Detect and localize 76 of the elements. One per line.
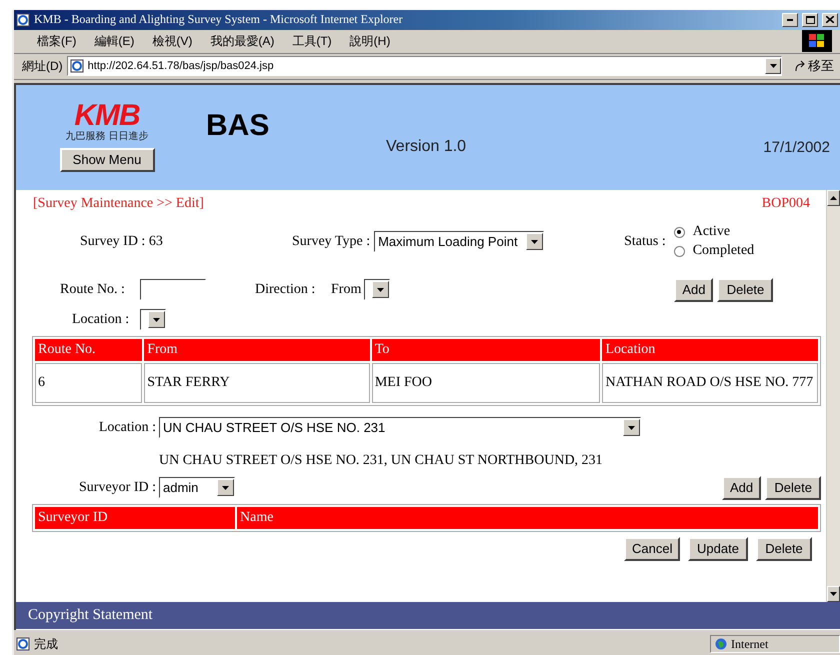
add-route-button[interactable]: Add — [674, 278, 714, 302]
table-header-cell: Location — [602, 338, 818, 361]
menu-item[interactable]: 我的最愛(A) — [201, 32, 284, 50]
copyright-link[interactable]: Copyright Statement — [28, 606, 153, 624]
scrollbar[interactable] — [826, 190, 840, 602]
go-button[interactable]: 移至 — [794, 57, 836, 76]
globe-icon — [715, 638, 727, 650]
caret-icon — [628, 426, 635, 430]
close-button[interactable] — [822, 12, 838, 27]
version-text: Version 1.0 — [385, 138, 468, 156]
arrow-icon — [794, 60, 806, 72]
caret-icon — [153, 318, 160, 322]
maximize-button[interactable] — [802, 12, 818, 27]
location-dropdown[interactable] — [140, 309, 166, 330]
caret-icon — [770, 64, 776, 68]
page-icon — [70, 59, 84, 74]
menu-item[interactable]: 說明(H) — [340, 32, 400, 50]
direction-dropdown[interactable] — [364, 279, 390, 300]
location-label: Location : — [98, 420, 156, 436]
windows-logo-icon — [802, 30, 832, 52]
direction-from-label: From — [331, 282, 362, 298]
date-text: 17/1/2002 — [763, 138, 830, 156]
delete-surveyor-button[interactable]: Delete — [765, 476, 822, 500]
status-radio[interactable]: Active — [674, 224, 754, 240]
table-cell: STAR FERRY — [144, 362, 370, 403]
table-cell: 6 — [35, 362, 142, 403]
minimize-icon — [787, 18, 793, 21]
address-label: 網址(D) — [22, 58, 63, 75]
caret-icon — [377, 288, 384, 292]
table-row[interactable]: 6 STAR FERRY MEI FOO NATHAN ROAD O/S HSE NO. 777 — [35, 362, 818, 403]
status-radio[interactable]: Completed — [674, 243, 754, 260]
page-icon — [16, 12, 30, 27]
window-title: KMB - Boarding and Alighting Survey System - Microsoft Internet Explorer — [34, 12, 404, 28]
caret-icon — [830, 592, 837, 596]
action-button[interactable]: Update — [688, 536, 748, 561]
delete-route-button[interactable]: Delete — [717, 278, 774, 302]
menu-item[interactable]: 編輯(E) — [85, 32, 144, 50]
location-description: UN CHAU STREET O/S HSE NO. 231, UN CHAU ST NORTHBOUND, 231 — [159, 452, 603, 469]
caret-icon — [531, 240, 538, 244]
address-field[interactable]: http://202.64.51.78/bas/jsp/bas024.jsp — [66, 56, 782, 76]
table-header-cell: From — [144, 338, 370, 361]
caret-icon — [830, 196, 837, 200]
table-cell: NATHAN ROAD O/S HSE NO. 777 — [602, 362, 818, 403]
surveyor-label: Surveyor ID : — [78, 480, 156, 496]
direction-label: Direction : — [255, 282, 316, 298]
survey-id-text: Survey ID : 63 — [80, 234, 164, 250]
logo: KMB 九巴服務 日日進步 — [65, 100, 149, 142]
table-header-cell: To — [372, 338, 600, 361]
route-label: Route No. : — [60, 282, 126, 298]
app-title: BAS — [205, 108, 270, 143]
maximize-icon — [806, 16, 814, 24]
table-header-cell: Surveyor ID — [35, 506, 235, 529]
action-button[interactable]: Delete — [756, 536, 812, 561]
location-label: Location : — [72, 312, 130, 328]
status-text: 完成 — [34, 636, 58, 653]
show-menu-button[interactable]: Show Menu — [60, 148, 154, 172]
location-dropdown[interactable]: UN CHAU STREET O/S HSE NO. 231 — [159, 417, 641, 438]
menu-item[interactable]: 檢視(V) — [143, 32, 202, 50]
zone-indicator: Internet — [710, 635, 840, 654]
menu-item[interactable]: 工具(T) — [283, 32, 341, 50]
page-code: BOP004 — [762, 196, 810, 211]
status-label: Status : — [624, 234, 666, 250]
table-header-cell: Name — [237, 506, 818, 529]
close-icon — [826, 16, 834, 24]
table-cell: MEI FOO — [372, 362, 600, 403]
survey-type-label: Survey Type : — [292, 234, 370, 250]
add-surveyor-button[interactable]: Add — [722, 476, 762, 500]
page-icon — [16, 637, 30, 652]
minimize-button[interactable] — [782, 12, 798, 27]
menu-item[interactable]: 檔案(F) — [28, 32, 86, 50]
survey-type-dropdown[interactable]: Maximum Loading Point — [374, 231, 544, 252]
breadcrumb: [Survey Maintenance >> Edit] — [33, 196, 204, 212]
table-header-cell: Route No. — [35, 338, 142, 361]
surveyor-dropdown[interactable]: admin — [159, 477, 235, 498]
action-button[interactable]: Cancel — [624, 536, 680, 561]
caret-icon — [222, 486, 229, 490]
